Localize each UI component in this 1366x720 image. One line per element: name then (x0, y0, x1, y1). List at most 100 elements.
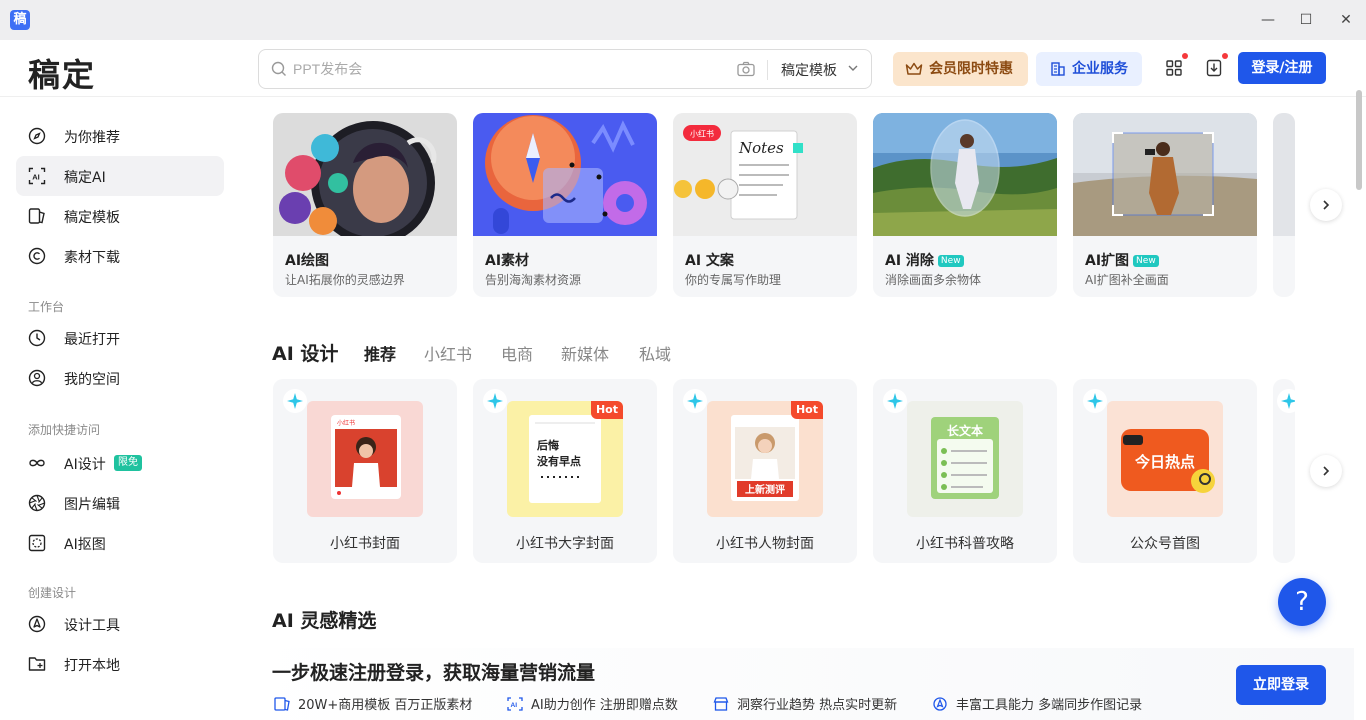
feature-subtitle: 让AI拓展你的灵感边界 (285, 273, 405, 287)
design-card-wechat-header[interactable]: 今日热点 公众号首图 (1073, 379, 1257, 563)
new-badge: New (937, 255, 964, 267)
notes-text: Notes (738, 139, 784, 157)
clock-icon (28, 329, 46, 347)
maximize-button[interactable]: ☐ (1294, 8, 1318, 32)
tab-private-domain[interactable]: 私域 (639, 341, 671, 365)
feature-card-ai-copywriting[interactable]: 小红书 Notes AI 文案 你的专属写作助理 (673, 113, 857, 297)
design-preview: 小红书 (307, 401, 423, 517)
sidebar-section-create: 创建设计 (28, 586, 77, 600)
tab-recommend[interactable]: 推荐 (364, 341, 396, 365)
template-icon (274, 697, 290, 711)
chevron-down-icon[interactable] (847, 62, 859, 74)
sidebar-section-quick-access: 添加快捷访问 (28, 423, 101, 437)
sidebar-item-ai-design[interactable]: AI设计 限免 (16, 443, 224, 483)
ai-scan-icon: AI (28, 167, 46, 185)
logo[interactable]: 稿定 (28, 50, 96, 96)
chevron-right-icon (1323, 199, 1330, 210)
search-scope-select[interactable]: 稿定模板 (781, 60, 837, 80)
ai-drawing-thumbnail (273, 113, 457, 236)
hot-badge: Hot (790, 401, 823, 419)
minimize-button[interactable]: — (1256, 8, 1280, 32)
feature-card-ai-assets[interactable]: AI素材 告别海淘素材资源 (473, 113, 657, 297)
feature-subtitle: 你的专属写作助理 (685, 273, 782, 287)
sidebar-item-my-space[interactable]: 我的空间 (16, 358, 224, 398)
ai-scan-icon: AI (507, 697, 523, 711)
ai-expand-thumbnail (1073, 113, 1257, 236)
crown-icon (905, 62, 923, 75)
template-icon (28, 208, 45, 224)
design-preview: 长文本 (907, 401, 1023, 517)
design-card-xhs-guide[interactable]: 长文本 小红书科普攻略 (873, 379, 1057, 563)
sidebar-item-label: 设计工具 (64, 618, 120, 634)
compass-icon (28, 127, 46, 145)
feature-card-ai-erase[interactable]: AI 消除 New 消除画面多余物体 (873, 113, 1057, 297)
title-bar: 稿 — ☐ ✕ (0, 0, 1366, 40)
close-button[interactable]: ✕ (1334, 8, 1358, 32)
design-card-partial[interactable] (1273, 379, 1295, 563)
design-card-label: 小红书大字封面 (516, 536, 614, 552)
feature-title: AI 文案 (685, 253, 734, 269)
design-preview: 上新测评 Hot (707, 401, 823, 517)
inspiration-title: AI 灵感精选 (272, 610, 377, 632)
sidebar-item-assets[interactable]: 素材下载 (16, 236, 224, 276)
pen-tool-icon (28, 615, 46, 633)
feature-subtitle: AI扩图补全画面 (1085, 273, 1169, 287)
preview-text: 长文本 (947, 423, 983, 438)
features-next-button[interactable] (1310, 189, 1342, 221)
designs-next-button[interactable] (1310, 455, 1342, 487)
feature-title: AI素材 (485, 253, 530, 269)
vip-offer-button[interactable]: 会员限时特惠 (893, 52, 1028, 86)
design-card-xhs-cover[interactable]: 小红书 小红书封面 (273, 379, 457, 563)
sidebar-item-open-local[interactable]: 打开本地 (16, 644, 224, 684)
sidebar-item-recent[interactable]: 最近打开 (16, 318, 224, 358)
promo-login-button[interactable]: 立即登录 (1236, 665, 1326, 705)
sidebar-item-design-tools[interactable]: 设计工具 (16, 604, 224, 644)
sidebar-item-gaoding-ai[interactable]: AI 稿定AI (16, 156, 224, 196)
tab-ecommerce[interactable]: 电商 (501, 341, 533, 365)
sidebar-item-ai-cutout[interactable]: AI抠图 (16, 523, 224, 563)
hot-badge: Hot (590, 401, 623, 419)
feature-card-ai-drawing[interactable]: AI绘图 让AI拓展你的灵感边界 (273, 113, 457, 297)
sidebar-item-recommend[interactable]: 为你推荐 (16, 116, 224, 156)
feature-title: AI绘图 (285, 253, 330, 269)
sidebar: 为你推荐 AI 稿定AI 稿定模板 素材下载 工作台 最近打开 我的空间 添加快… (0, 97, 240, 720)
building-icon (1051, 62, 1065, 76)
download-notification-dot (1222, 53, 1228, 59)
design-preview: 后悔 没有早点 Hot (507, 401, 623, 517)
login-register-button[interactable]: 登录/注册 (1238, 52, 1326, 84)
feature-card-partial[interactable] (1273, 113, 1295, 297)
free-badge: 限免 (114, 455, 142, 471)
feature-subtitle: 告别海淘素材资源 (485, 273, 582, 287)
design-card-label: 公众号首图 (1130, 536, 1200, 552)
sidebar-item-image-edit[interactable]: 图片编辑 (16, 483, 224, 523)
copyright-icon (28, 247, 46, 265)
camera-icon[interactable] (737, 61, 755, 77)
apps-notification-dot (1182, 53, 1188, 59)
svg-text:后悔: 后悔 (537, 438, 559, 452)
tab-new-media[interactable]: 新媒体 (561, 341, 609, 365)
apps-grid-icon[interactable] (1166, 60, 1182, 76)
vip-offer-label: 会员限时特惠 (929, 61, 1013, 77)
aperture-icon (28, 494, 46, 512)
design-card-xhs-bigtext[interactable]: 后悔 没有早点 Hot 小红书大字封面 (473, 379, 657, 563)
enterprise-label: 企业服务 (1072, 61, 1128, 77)
header: 稿定 稿定模板 会员限时特惠 企业服务 (0, 40, 1366, 97)
design-card-label: 小红书封面 (330, 536, 400, 552)
preview-text: 上新测评 (745, 483, 785, 496)
tab-xiaohongshu[interactable]: 小红书 (424, 341, 472, 365)
promo-feature: 20W+商用模板 百万正版素材 (274, 694, 472, 713)
sidebar-item-label: 打开本地 (64, 658, 120, 674)
feature-card-ai-expand[interactable]: AI扩图 New AI扩图补全画面 (1073, 113, 1257, 297)
enterprise-button[interactable]: 企业服务 (1036, 52, 1142, 86)
promo-feature: 丰富工具能力 多端同步作图记录 (932, 694, 1142, 713)
design-card-xhs-portrait[interactable]: 上新测评 Hot 小红书人物封面 (673, 379, 857, 563)
scrollbar-thumb[interactable] (1356, 90, 1362, 190)
search-input[interactable] (293, 56, 713, 82)
sidebar-item-templates[interactable]: 稿定模板 (16, 196, 224, 236)
download-icon[interactable] (1206, 59, 1222, 77)
pen-tool-icon (933, 697, 947, 711)
help-button[interactable]: ? (1278, 578, 1326, 626)
sparkle-icon (683, 389, 707, 413)
store-icon (713, 697, 729, 711)
search-bar: 稿定模板 (258, 49, 872, 89)
